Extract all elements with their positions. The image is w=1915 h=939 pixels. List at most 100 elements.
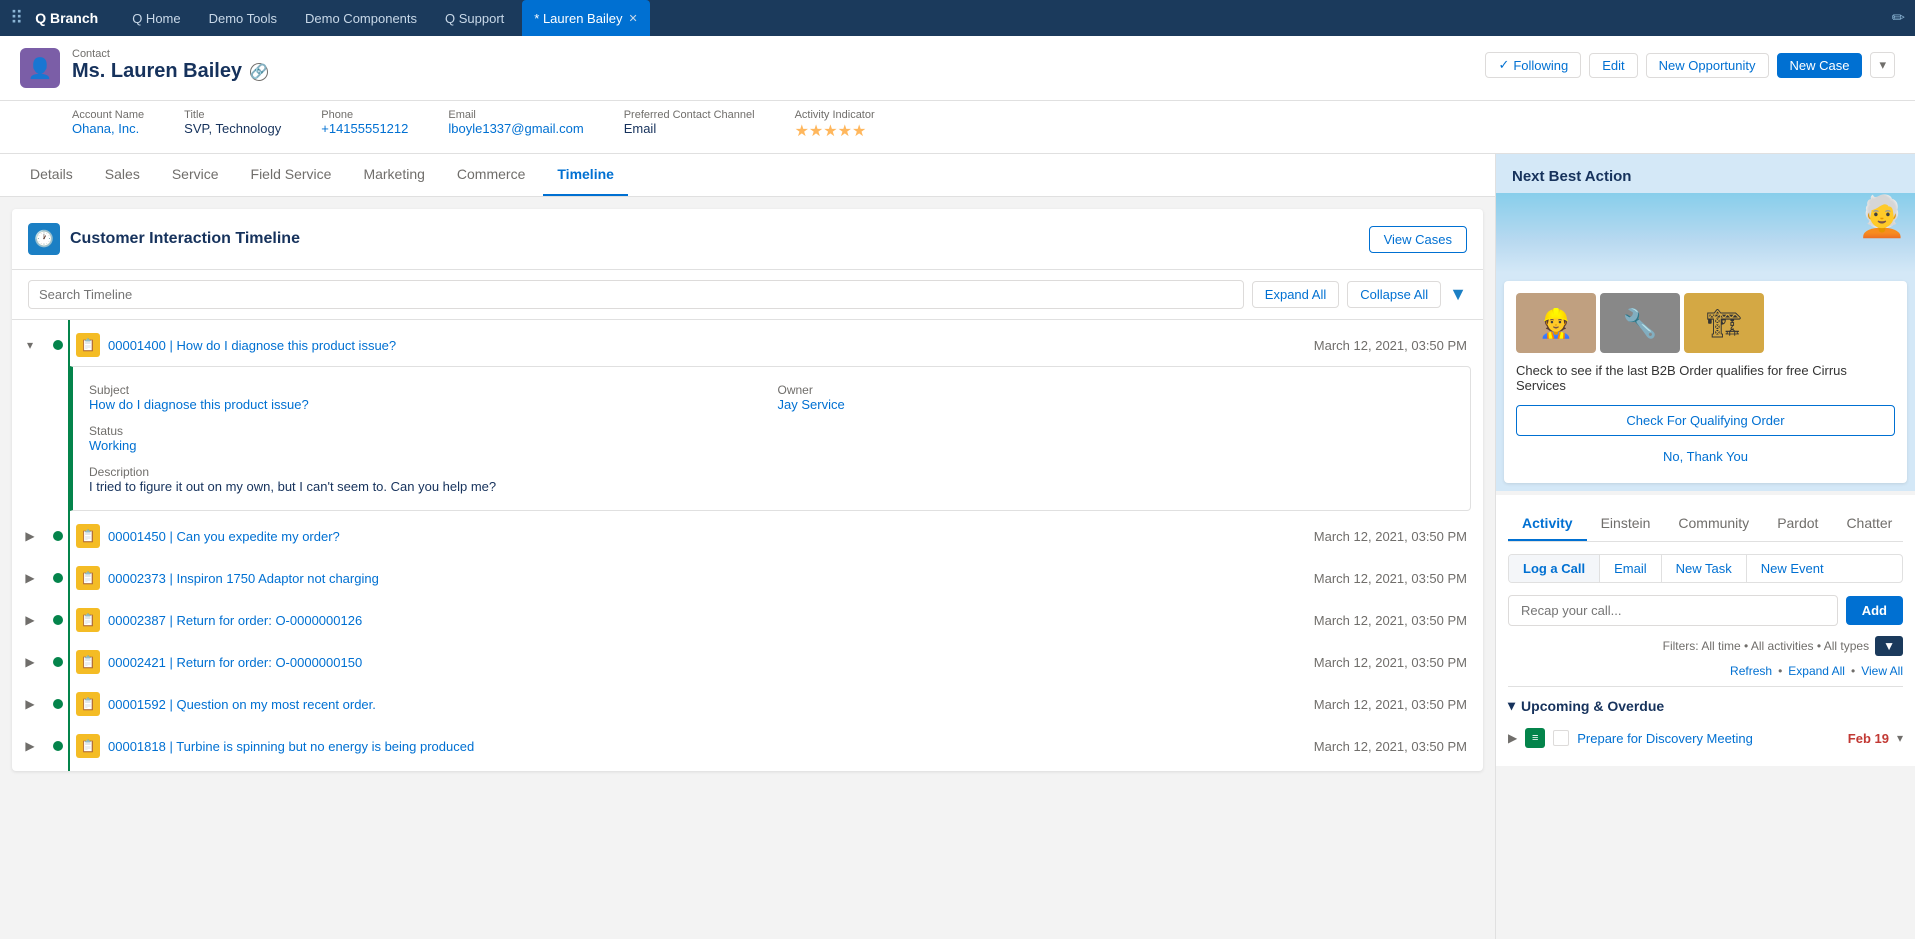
activity-tab-pardot[interactable]: Pardot (1763, 507, 1832, 541)
timeline-row-2[interactable]: ▶ 📋 00001450 | Can you expedite my order… (12, 515, 1483, 557)
expand-all-link[interactable]: Expand All (1788, 664, 1845, 678)
case-link-4[interactable]: 00002387 | Return for order: O-000000012… (108, 613, 1314, 628)
tab-commerce[interactable]: Commerce (443, 154, 539, 196)
refresh-link[interactable]: Refresh (1730, 664, 1772, 678)
toggle-icon-6[interactable]: ▶ (12, 697, 48, 711)
toggle-icon-3[interactable]: ▶ (12, 571, 48, 585)
sub-tab-email[interactable]: Email (1600, 555, 1662, 582)
record-info: Contact Ms. Lauren Bailey 🔗 (72, 48, 268, 83)
dot-1 (48, 340, 68, 350)
timeline-row-3[interactable]: ▶ 📋 00002373 | Inspiron 1750 Adaptor not… (12, 557, 1483, 599)
check-qualifying-order-button[interactable]: Check For Qualifying Order (1516, 405, 1895, 436)
record-tabs: Details Sales Service Field Service Mark… (0, 154, 1495, 197)
case-link-2[interactable]: 00001450 | Can you expedite my order? (108, 529, 1314, 544)
case-content-5: 00002421 | Return for order: O-000000015… (108, 655, 1467, 670)
view-cases-button[interactable]: View Cases (1369, 226, 1467, 253)
upcoming-item-label[interactable]: Prepare for Discovery Meeting (1577, 731, 1840, 746)
case-link-7[interactable]: 00001818 | Turbine is spinning but no en… (108, 739, 1314, 754)
tab-field-service[interactable]: Field Service (237, 154, 346, 196)
timeline-row-4[interactable]: ▶ 📋 00002387 | Return for order: O-00000… (12, 599, 1483, 641)
new-opportunity-button[interactable]: New Opportunity (1646, 53, 1769, 78)
collapse-all-button[interactable]: Collapse All (1347, 281, 1441, 308)
active-nav-tab[interactable]: * Lauren Bailey ✕ (522, 0, 649, 36)
expand-all-button[interactable]: Expand All (1252, 281, 1339, 308)
timeline-section: 🕐 Customer Interaction Timeline View Cas… (12, 209, 1483, 771)
nba-section: Next Best Action 🧑‍🦳 👷 🔧 🏗 Check to see … (1496, 154, 1915, 491)
grid-icon[interactable]: ⠿ (10, 8, 23, 29)
sub-tab-new-task[interactable]: New Task (1662, 555, 1747, 582)
nba-image-workers: 👷 (1516, 293, 1596, 353)
einstein-icon: 🧑‍🦳 (1857, 193, 1907, 240)
edit-button[interactable]: Edit (1589, 53, 1637, 78)
following-button[interactable]: ✓ Following (1485, 52, 1581, 78)
item-dropdown-icon[interactable]: ▾ (1897, 731, 1903, 745)
activity-tabs: Activity Einstein Community Pardot Chatt… (1508, 507, 1903, 542)
toggle-icon-4[interactable]: ▶ (12, 613, 48, 627)
email-field: Email lboyle1337@gmail.com (448, 109, 583, 141)
toggle-icon-5[interactable]: ▶ (12, 655, 48, 669)
activity-tab-community[interactable]: Community (1664, 507, 1763, 541)
tab-details[interactable]: Details (16, 154, 87, 196)
timeline-row-6[interactable]: ▶ 📋 00001592 | Question on my most recen… (12, 683, 1483, 725)
main-content: Details Sales Service Field Service Mark… (0, 154, 1915, 939)
no-thanks-button[interactable]: No, Thank You (1516, 442, 1895, 471)
case-link-1[interactable]: 00001400 | How do I diagnose this produc… (108, 338, 1314, 353)
timeline-toolbar: Expand All Collapse All ▼ (12, 270, 1483, 320)
upcoming-item-1[interactable]: ▶ ≡ Prepare for Discovery Meeting Feb 19… (1508, 722, 1903, 754)
timeline-row-7[interactable]: ▶ 📋 00001818 | Turbine is spinning but n… (12, 725, 1483, 767)
more-actions-button[interactable]: ▾ (1870, 52, 1895, 78)
tab-sales[interactable]: Sales (91, 154, 154, 196)
collapse-upcoming-icon[interactable]: ▾ (1508, 697, 1515, 714)
title-field: Title SVP, Technology (184, 109, 281, 141)
tab-close-icon[interactable]: ✕ (628, 12, 637, 25)
new-case-button[interactable]: New Case (1777, 53, 1863, 78)
toggle-icon-1[interactable]: ▾ (12, 338, 48, 352)
activity-tab-einstein[interactable]: Einstein (1587, 507, 1665, 541)
toggle-icon-2[interactable]: ▶ (12, 529, 48, 543)
filter-button[interactable]: ▼ (1875, 636, 1903, 656)
timeline-icon: 🕐 (28, 223, 60, 255)
checkmark-icon: ✓ (1498, 57, 1509, 73)
task-checkbox[interactable] (1553, 730, 1569, 746)
case-icon-4: 📋 (76, 608, 100, 632)
record-name: Ms. Lauren Bailey 🔗 (72, 60, 268, 83)
case-date-7: March 12, 2021, 03:50 PM (1314, 739, 1467, 754)
timeline-row-5[interactable]: ▶ 📋 00002421 | Return for order: O-00000… (12, 641, 1483, 683)
case-status-value: Working (89, 438, 766, 453)
case-link-3[interactable]: 00002373 | Inspiron 1750 Adaptor not cha… (108, 571, 1314, 586)
sub-tab-log-call[interactable]: Log a Call (1509, 555, 1600, 582)
recap-call-input[interactable] (1508, 595, 1838, 626)
nav-link-qhome[interactable]: Q Home (118, 0, 194, 36)
tab-marketing[interactable]: Marketing (349, 154, 438, 196)
nav-edit-icon[interactable]: ✏ (1892, 8, 1905, 28)
case-link-6[interactable]: 00001592 | Question on my most recent or… (108, 697, 1314, 712)
tab-timeline[interactable]: Timeline (543, 154, 628, 196)
email-link[interactable]: lboyle1337@gmail.com (448, 121, 583, 136)
activity-section: Activity Einstein Community Pardot Chatt… (1496, 495, 1915, 766)
activity-tab-activity[interactable]: Activity (1508, 507, 1587, 541)
search-timeline-input[interactable] (28, 280, 1244, 309)
case-link-5[interactable]: 00002421 | Return for order: O-000000015… (108, 655, 1314, 670)
activity-tab-chatter[interactable]: Chatter (1832, 507, 1906, 541)
dot-3 (48, 573, 68, 583)
nba-image-construction: 🏗 (1684, 293, 1764, 353)
nav-link-democomponents[interactable]: Demo Components (291, 0, 431, 36)
view-all-link[interactable]: View All (1861, 664, 1903, 678)
tab-service[interactable]: Service (158, 154, 233, 196)
expand-item-icon[interactable]: ▶ (1508, 731, 1517, 745)
filter-icon[interactable]: ▼ (1449, 284, 1467, 305)
timeline-title: 🕐 Customer Interaction Timeline (28, 223, 300, 255)
case-owner-link[interactable]: Jay Service (778, 397, 1455, 412)
case-detail-panel-1: Subject How do I diagnose this product i… (70, 366, 1471, 511)
timeline-row-1[interactable]: ▾ 📋 00001400 | How do I diagnose this pr… (12, 324, 1483, 366)
sub-tab-new-event[interactable]: New Event (1747, 555, 1838, 582)
toggle-icon-7[interactable]: ▶ (12, 739, 48, 753)
phone-link[interactable]: +14155551212 (321, 121, 408, 136)
add-activity-button[interactable]: Add (1846, 596, 1903, 625)
nav-link-qsupport[interactable]: Q Support (431, 0, 518, 36)
case-icon-3: 📋 (76, 566, 100, 590)
account-name-link[interactable]: Ohana, Inc. (72, 121, 139, 136)
case-subject-link[interactable]: How do I diagnose this product issue? (89, 397, 766, 412)
dot-5 (48, 657, 68, 667)
nav-link-demotools[interactable]: Demo Tools (195, 0, 291, 36)
